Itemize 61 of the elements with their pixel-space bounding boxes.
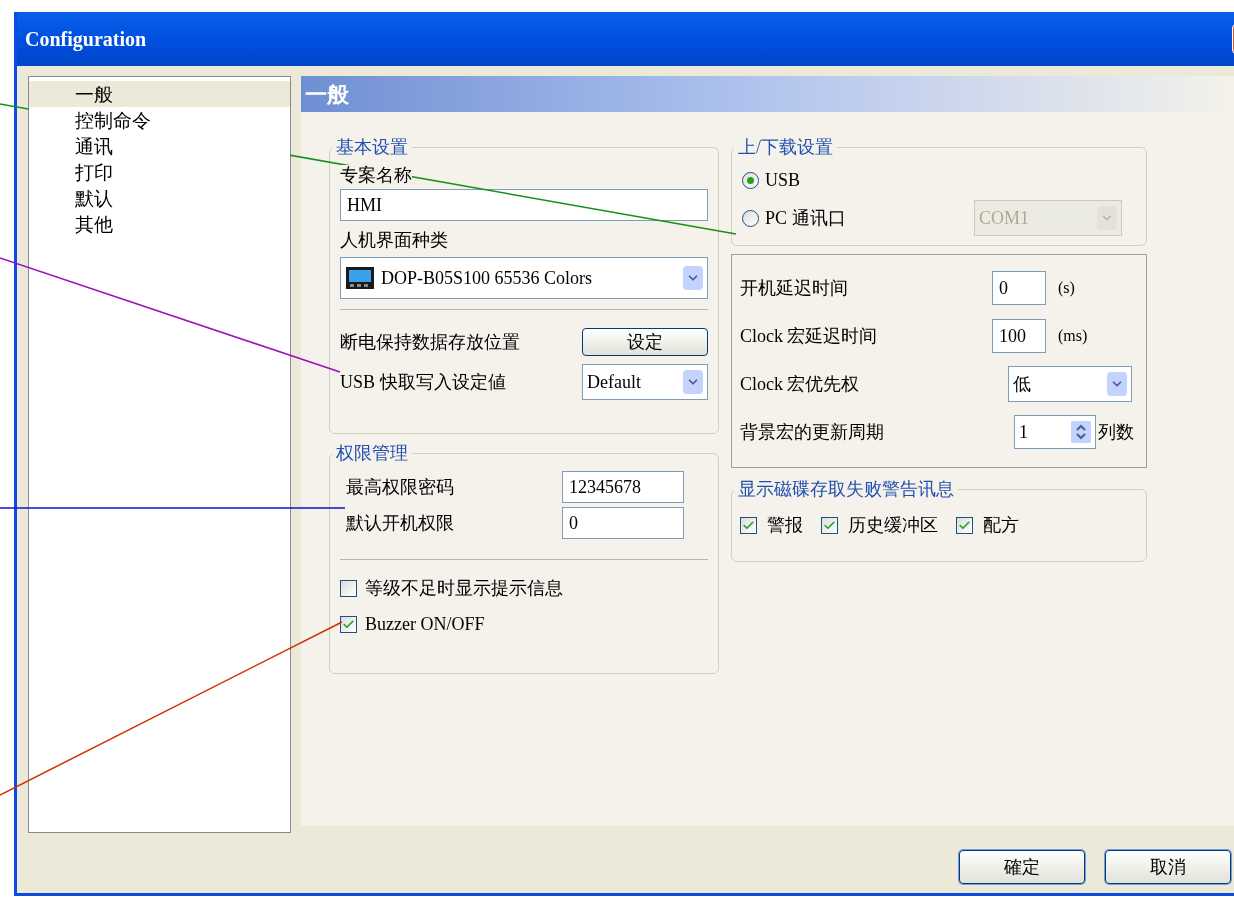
radio-button[interactable]	[742, 209, 759, 227]
spinner-arrows-icon	[1071, 421, 1091, 443]
panel-title: 一般	[305, 80, 349, 109]
sidebar-item[interactable]: 一般	[29, 81, 290, 107]
dropdown-value: Default	[587, 370, 641, 394]
field-label: Clock 宏延迟时间	[740, 324, 878, 348]
project-name-field[interactable]: HMI	[340, 189, 708, 221]
radio-label: USB	[765, 168, 800, 192]
text-field[interactable]: 0	[562, 507, 684, 539]
field-label: 人机界面种类	[340, 229, 449, 252]
unit-label: 列数	[1098, 420, 1134, 444]
checkmark-icon	[742, 518, 755, 532]
field-label: 专案名称	[340, 165, 412, 185]
checkmark-icon	[823, 518, 836, 532]
dropdown-caret-icon	[1097, 206, 1117, 230]
usb-cache-dropdown[interactable]: Default	[582, 364, 708, 400]
dialog-button[interactable]: 確定	[959, 850, 1085, 884]
monitor-icon	[345, 266, 375, 290]
checkbox-label: 等级不足时显示提示信息	[365, 576, 563, 600]
checkbox-label: 警报	[767, 513, 803, 537]
checkbox-label: 历史缓冲区	[848, 513, 938, 537]
checkmark-icon	[342, 617, 355, 631]
radio-button[interactable]	[742, 171, 759, 189]
checkmark-icon	[958, 518, 971, 532]
checkbox[interactable]	[340, 615, 357, 633]
field-label: 开机延迟时间	[740, 276, 848, 300]
unit-label: (s)	[1058, 278, 1075, 299]
dropdown-caret-icon	[683, 370, 703, 394]
priority-dropdown[interactable]: 低	[1008, 366, 1132, 402]
checkbox[interactable]	[340, 579, 357, 597]
checkbox-label: Buzzer ON/OFF	[365, 612, 485, 636]
settings-button[interactable]: 设定	[582, 328, 708, 356]
group-title: 上/下载设置	[737, 136, 834, 159]
window-title: Configuration	[25, 27, 147, 53]
spinner-value: 1	[1019, 420, 1028, 444]
dialog-button[interactable]: 取消	[1105, 850, 1231, 884]
dropdown-value: DOP-B05S100 65536 Colors	[381, 266, 593, 290]
radio-label: PC 通讯口	[765, 206, 846, 230]
field-label: Clock 宏优先权	[740, 372, 860, 396]
text-field[interactable]: 100	[992, 319, 1046, 353]
group-title: 显示磁碟存取失败警告讯息	[737, 478, 955, 501]
text-field[interactable]: 0	[992, 271, 1046, 305]
text-field[interactable]: 12345678	[562, 471, 684, 503]
checkbox[interactable]	[956, 516, 973, 534]
dropdown-caret-icon	[683, 266, 703, 290]
checkbox[interactable]	[821, 516, 838, 534]
dropdown-value: COM1	[979, 206, 1029, 230]
unit-label: (ms)	[1058, 326, 1088, 347]
field-label: 背景宏的更新周期	[740, 420, 884, 444]
dropdown-caret-icon	[1107, 372, 1127, 396]
field-label: 最高权限密码	[346, 475, 454, 499]
checkbox[interactable]	[740, 516, 757, 534]
group-title: 权限管理	[335, 442, 409, 465]
spinner-field[interactable]: 1	[1014, 415, 1096, 449]
field-label: 默认开机权限	[346, 511, 454, 535]
field-label: USB 快取写入设定値	[340, 370, 506, 394]
field-label: 断电保持数据存放位置	[340, 330, 520, 354]
dropdown-value: 低	[1013, 372, 1031, 396]
hmi-type-dropdown[interactable]: DOP-B05S100 65536 Colors	[340, 257, 708, 299]
group-title: 基本设置	[335, 136, 409, 159]
checkbox-label: 配方	[983, 513, 1019, 537]
